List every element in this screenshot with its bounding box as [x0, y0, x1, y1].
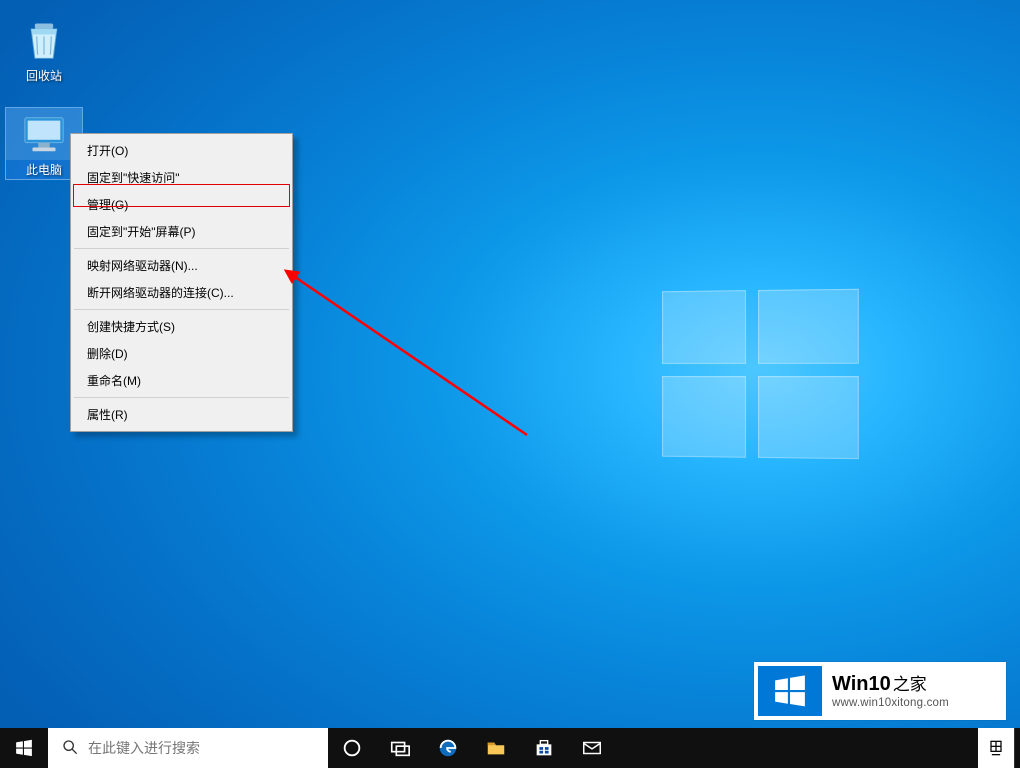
show-desktop-button[interactable] [1014, 728, 1020, 768]
taskbar-search[interactable] [48, 728, 328, 768]
menu-item-open[interactable]: 打开(O) [73, 137, 290, 164]
watermark-url: www.win10xitong.com [832, 697, 1002, 709]
wallpaper-windows-logo [662, 289, 859, 460]
menu-item-manage[interactable]: 管理(G) [73, 191, 290, 218]
menu-item-delete[interactable]: 删除(D) [73, 340, 290, 367]
desktop-icon-label: 回收站 [6, 66, 82, 85]
tray-google-chinese-input-icon[interactable] [978, 728, 1014, 768]
taskbar-file-explorer[interactable] [472, 728, 520, 768]
desktop-icon-recycle-bin[interactable]: 回收站 [6, 14, 82, 85]
watermark: Win10之家 www.win10xitong.com [754, 662, 1006, 720]
context-menu-this-pc: 打开(O) 固定到"快速访问" 管理(G) 固定到"开始"屏幕(P) 映射网络驱… [70, 133, 293, 432]
recycle-bin-icon [20, 14, 68, 62]
taskbar-task-view[interactable] [376, 728, 424, 768]
taskbar-store[interactable] [520, 728, 568, 768]
this-pc-icon [20, 108, 68, 156]
menu-separator [74, 309, 289, 310]
watermark-logo-icon [758, 666, 822, 716]
menu-item-properties[interactable]: 属性(R) [73, 401, 290, 428]
search-input[interactable] [88, 740, 328, 756]
menu-item-pin-start[interactable]: 固定到"开始"屏幕(P) [73, 218, 290, 245]
taskbar [0, 728, 1020, 768]
system-tray [978, 728, 1020, 768]
menu-item-disconnect-network-drive[interactable]: 断开网络驱动器的连接(C)... [73, 279, 290, 306]
menu-item-map-network-drive[interactable]: 映射网络驱动器(N)... [73, 252, 290, 279]
menu-item-rename[interactable]: 重命名(M) [73, 367, 290, 394]
search-icon [62, 739, 78, 758]
start-button[interactable] [0, 728, 48, 768]
annotation-arrow [282, 190, 542, 450]
desktop[interactable]: 回收站 此电脑 打开(O) 固定到"快速访问" 管理(G) 固定到"开始"屏幕(… [0, 0, 1020, 768]
taskbar-mail[interactable] [568, 728, 616, 768]
watermark-title: Win10之家 [832, 674, 1002, 694]
menu-separator [74, 397, 289, 398]
taskbar-edge[interactable] [424, 728, 472, 768]
taskbar-cortana[interactable] [328, 728, 376, 768]
menu-item-pin-quick-access[interactable]: 固定到"快速访问" [73, 164, 290, 191]
menu-item-create-shortcut[interactable]: 创建快捷方式(S) [73, 313, 290, 340]
menu-separator [74, 248, 289, 249]
